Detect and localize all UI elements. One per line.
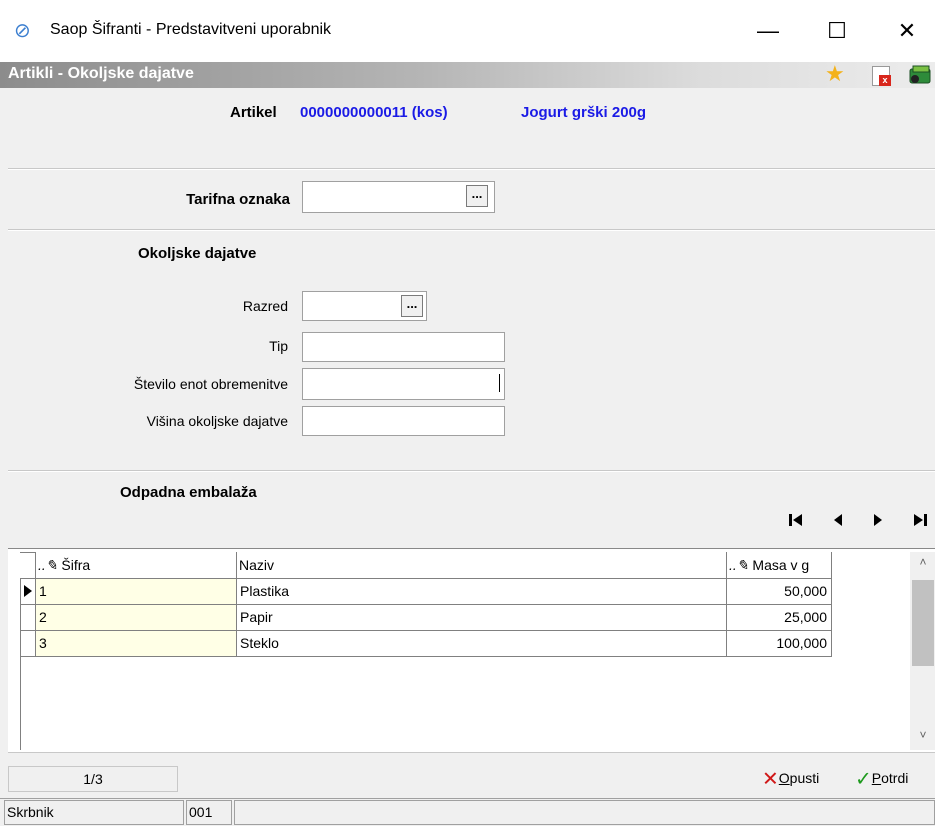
cell-naziv[interactable]: Papir [237,605,727,631]
edit-pencil-icon: ..✎ [729,557,749,573]
cell-sifra[interactable]: 1 [36,579,237,605]
previous-record-icon[interactable] [828,510,848,530]
cell-masa[interactable]: 25,000 [727,605,832,631]
window-title: Saop Šifranti - Predstavitveni uporabnik [50,21,332,38]
form-title: Artikli - Okoljske dajatve [8,65,194,82]
razred-input[interactable]: ... [302,291,427,321]
cell-naziv[interactable]: Plastika [237,579,727,605]
grid-corner [20,552,36,579]
next-record-icon[interactable] [868,510,888,530]
cancel-x-icon: ✕ [762,768,779,791]
row-indicator[interactable] [20,605,36,631]
section-divider [8,168,935,170]
maximize-button[interactable]: ☐ [814,10,860,52]
packaging-heading: Odpadna embalaža [120,484,257,501]
razred-lookup-button[interactable]: ... [401,295,423,317]
confirm-button[interactable]: ✓Potrdi [855,765,908,791]
text-caret [499,374,500,392]
edit-pencil-icon: ..✎ [38,557,58,573]
app-link-icon: ⊘ [14,20,31,42]
visina-input[interactable] [302,406,505,436]
cell-naziv[interactable]: Steklo [237,631,727,657]
column-header-sifra[interactable]: ..✎ Šifra [36,552,237,579]
column-header-naziv[interactable]: Naziv [237,552,727,579]
page-indicator: 1/3 [8,766,178,792]
status-code: 001 [186,800,232,825]
book-icon[interactable] [908,64,934,86]
tariff-lookup-button[interactable]: ... [466,185,488,207]
cancel-button[interactable]: ✕Opusti [762,765,819,791]
row-indicator[interactable] [20,579,36,605]
stevilo-label: Število enot obremenitve [133,376,288,392]
article-name: Jogurt grški 200g [521,104,647,121]
cell-masa[interactable]: 50,000 [727,579,832,605]
column-header-masa[interactable]: ..✎ Masa v g [727,552,832,579]
status-message [234,800,935,825]
section-divider [8,229,935,231]
tip-label: Tip [269,338,288,354]
eco-heading: Okoljske dajatve [138,245,257,262]
row-indicator[interactable] [20,631,36,657]
last-record-icon[interactable] [910,510,930,530]
grid-left-border [20,657,21,750]
section-divider [8,470,935,472]
article-label: Artikel [230,104,277,121]
cell-sifra[interactable]: 3 [36,631,237,657]
stevilo-input[interactable] [302,368,505,400]
tariff-label: Tarifna oznaka [186,191,290,208]
minimize-button[interactable]: — [745,10,791,52]
first-record-icon[interactable] [786,510,806,530]
visina-label: Višina okoljske dajatve [146,413,288,429]
grid-bottom-border [8,752,935,753]
close-button[interactable]: ✕ [884,10,930,52]
current-row-arrow-icon [24,585,32,597]
cell-masa[interactable]: 100,000 [727,631,832,657]
cell-sifra[interactable]: 2 [36,605,237,631]
razred-label: Razred [242,298,288,314]
star-icon[interactable]: ★ [825,61,845,87]
tip-input[interactable] [302,332,505,362]
scroll-up-icon[interactable]: ˄ [916,555,930,573]
confirm-check-icon: ✓ [855,768,872,791]
pdf-icon[interactable]: x [872,66,891,86]
tariff-input[interactable]: ... [302,181,495,213]
status-user: Skrbnik [4,800,184,825]
scroll-down-icon[interactable]: ˅ [916,728,930,746]
article-code: 0000000000011 (kos) [300,104,448,121]
scrollbar-thumb[interactable] [912,580,934,666]
